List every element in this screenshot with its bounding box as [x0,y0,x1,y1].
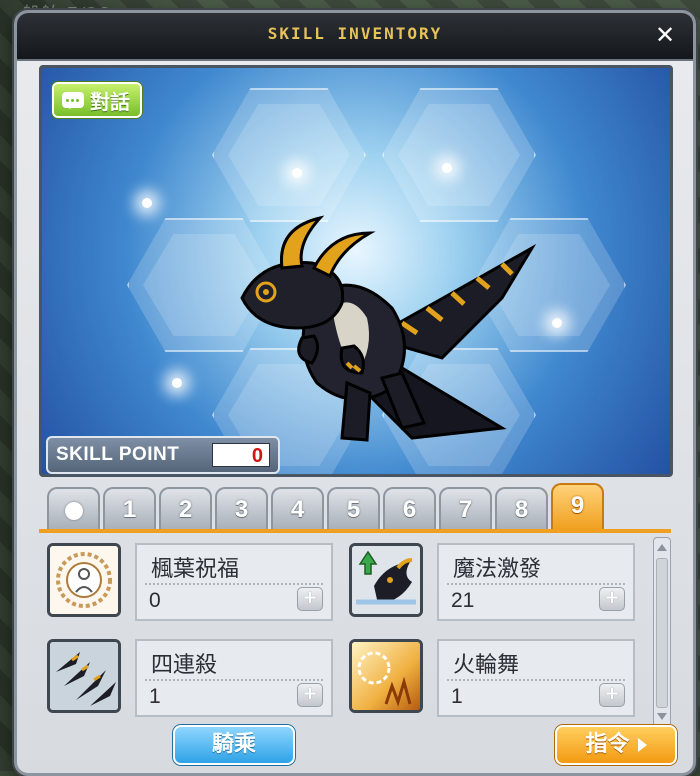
skill-name: 四連殺 [151,653,218,678]
skill-item-fire-wheel[interactable]: 火輪舞 1 + [341,631,637,719]
tab-6[interactable]: 6 [383,487,436,529]
divider [145,679,323,681]
skill-info-box: 楓葉祝福 0 + [135,543,333,621]
tab-3[interactable]: 3 [215,487,268,529]
divider [447,583,625,585]
skill-point-value: 0 [212,443,270,467]
skill-item-magic-boost[interactable]: 魔法激發 21 + [341,535,637,623]
skill-point-display: SKILL POINT 0 [46,436,280,474]
tab-4[interactable]: 4 [271,487,324,529]
window-title: SKILL INVENTORY [267,24,443,43]
maple-blessing-icon[interactable] [47,543,121,617]
sparkle-effect [172,378,182,388]
skill-info-box: 四連殺 1 + [135,639,333,717]
scroll-down-icon[interactable] [657,713,667,720]
scroll-up-icon[interactable] [657,544,667,551]
skill-inventory-window: SKILL INVENTORY ✕ 對話 SKILL POINT 0 1 2 3… [14,10,696,776]
skill-point-label: SKILL POINT [56,444,180,465]
skill-level: 1 [149,685,161,708]
tab-7[interactable]: 7 [439,487,492,529]
tab-basic[interactable] [47,487,100,529]
title-bar[interactable]: SKILL INVENTORY ✕ [17,13,693,61]
skill-item-quad-kill[interactable]: 四連殺 1 + [39,631,335,719]
sparkle-effect [442,163,452,173]
scroll-thumb[interactable] [656,558,668,708]
level-up-button[interactable]: + [297,587,323,611]
quad-kill-icon[interactable] [47,639,121,713]
skill-level: 1 [451,685,463,708]
sparkle-effect [292,168,302,178]
chat-button[interactable]: 對話 [52,82,142,118]
chat-label: 對話 [90,89,130,114]
skill-name: 火輪舞 [453,653,520,678]
black-dragon-pet-sprite [240,215,537,442]
sparkle-effect [552,318,562,328]
ride-button[interactable]: 騎乘 [173,725,295,765]
tab-1[interactable]: 1 [103,487,156,529]
fire-wheel-icon[interactable] [349,639,423,713]
command-label: 指令 [585,732,630,757]
tab-2[interactable]: 2 [159,487,212,529]
skill-list: 楓葉祝福 0 + 魔法激發 21 + 四連殺 1 + 火輪舞 1 + [39,533,649,721]
sparkle-effect [142,198,152,208]
dot-icon [64,501,83,520]
divider [447,679,625,681]
play-arrow-icon [637,738,647,752]
divider [145,583,323,585]
speech-bubble-icon [62,92,84,109]
skill-level: 21 [451,589,475,612]
pet-portrait-panel: 對話 SKILL POINT 0 [39,65,673,477]
magic-boost-icon[interactable] [349,543,423,617]
skill-name: 楓葉祝福 [151,557,240,582]
skill-info-box: 魔法激發 21 + [437,543,635,621]
close-button[interactable]: ✕ [651,21,679,49]
tab-5[interactable]: 5 [327,487,380,529]
level-up-button[interactable]: + [599,587,625,611]
command-button[interactable]: 指令 [555,725,677,765]
tab-9[interactable]: 9 [551,483,604,529]
tab-8[interactable]: 8 [495,487,548,529]
level-up-button[interactable]: + [297,683,323,707]
skill-item-maple-blessing[interactable]: 楓葉祝福 0 + [39,535,335,623]
skill-level: 0 [149,589,161,612]
skill-info-box: 火輪舞 1 + [437,639,635,717]
level-up-button[interactable]: + [599,683,625,707]
skill-list-scrollbar[interactable] [653,537,671,727]
skill-tabs: 1 2 3 4 5 6 7 8 9 [47,483,604,529]
skill-name: 魔法激發 [453,557,542,582]
